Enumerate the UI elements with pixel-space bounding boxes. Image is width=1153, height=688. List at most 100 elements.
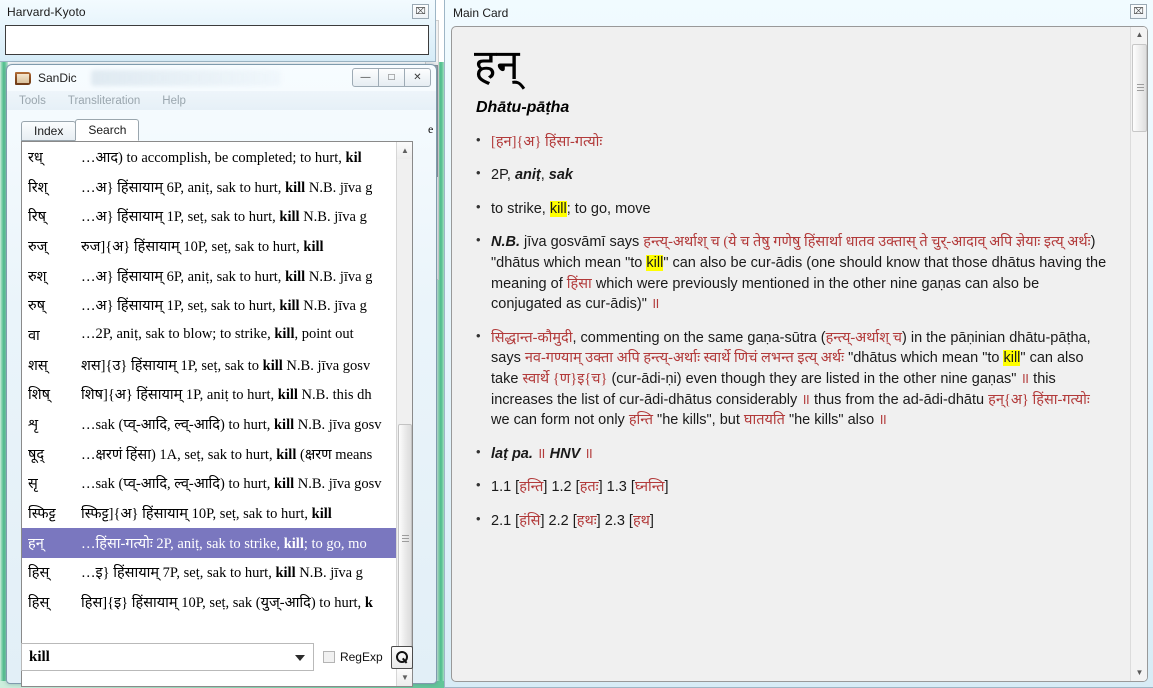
row-gloss: …क्षरणं हिंसा) 1A, seṭ, sak to hurt, kil… <box>81 444 372 464</box>
regexp-label: RegExp <box>339 650 383 664</box>
table-row[interactable]: शिष् शिष]{अ} हिंसायाम् 1P, aniṭ to hurt, … <box>22 380 397 410</box>
row-gloss-match: kill <box>262 357 283 374</box>
bullet-5-text-1: , commenting on the same gaṇa-sūtra ( <box>572 329 826 346</box>
bullet-2-sep: , <box>540 167 549 184</box>
regexp-option[interactable]: RegExp <box>322 650 383 664</box>
menu-item-help[interactable]: Help <box>162 95 186 107</box>
background-window-text-fragment: e <box>428 122 434 136</box>
regexp-checkbox[interactable] <box>322 651 335 663</box>
row-gloss-match: kill <box>274 326 295 343</box>
row-gloss-match: kill <box>285 268 306 285</box>
table-row[interactable]: वा …2P, aniṭ, sak to blow; to strike, kil… <box>22 320 397 350</box>
list-item: 1.1 [हन्ति] 1.2 [हतः] 1.3 [घ्नन्ति] <box>474 476 1112 498</box>
table-row[interactable]: रुज् रुज]{अ} हिंसायाम् 10P, seṭ, sak to h… <box>22 231 397 261</box>
harvard-kyoto-input[interactable] <box>5 25 429 55</box>
search-combobox[interactable]: kill <box>21 643 314 671</box>
bullet-6-danda-1: ॥ <box>532 445 550 462</box>
bullet-3-post: ; to go, move <box>566 200 651 217</box>
sandic-tabbar: Index Search <box>21 119 140 141</box>
row-gloss-pre: …sak (प्व्-आदि, ल्व्-आदि) to hurt, <box>81 417 274 434</box>
bullet-7-num-4: ] <box>664 479 669 496</box>
sandic-title: SanDic <box>38 71 77 85</box>
row-gloss: …इ} हिंसायाम् 7P, seṭ, sak to hurt, kill… <box>81 562 363 582</box>
row-headword: हिस् <box>28 595 50 612</box>
table-row[interactable]: स्फिट्ट स्फिट्ट]{अ} हिंसायाम् 10P, seṭ, s… <box>22 498 397 528</box>
list-item: laṭ pa. ॥ HNV ॥ <box>474 443 1112 465</box>
results-list-scrollbar[interactable]: ▲ ▼ <box>396 142 412 686</box>
main-card-window: Main Card ⌧ हन् Dhātu-pāṭha [हन]{अ} हिंस… <box>444 0 1153 688</box>
bullet-5-text-10: "he kills" also <box>784 412 875 429</box>
row-headword: शिष् <box>28 387 50 404</box>
bullet-7-num-1: 1.1 [ <box>491 479 520 496</box>
bullet-5-devanagari-6: हन्ति <box>628 412 654 429</box>
row-gloss-post: N.B. jīva g <box>299 209 367 226</box>
bullet-5-text-7: thus from the ad-ādi-dhātu <box>814 391 989 408</box>
table-row[interactable]: हिस् हिस]{इ} हिंसायाम् 10P, seṭ, sak (युज… <box>22 587 397 617</box>
row-gloss: शिष]{अ} हिंसायाम् 1P, aniṭ to hurt, kill… <box>81 384 372 404</box>
table-row[interactable]: शृ …sak (प्व्-आदि, ल्व्-आदि) to hurt, kil… <box>22 409 397 439</box>
row-headword: सृ <box>28 476 38 493</box>
row-gloss-match: kill <box>275 565 296 582</box>
bullet-5-devanagari-5: हन्{अ} हिंसा-गत्योः <box>988 391 1090 408</box>
main-card-scrollbar-thumb[interactable] <box>1132 44 1147 132</box>
search-button[interactable] <box>390 645 413 669</box>
row-gloss-match: kill <box>273 417 295 434</box>
row-gloss-pre: …2P, aniṭ, sak to blow; to strike, <box>81 326 275 343</box>
row-gloss-match: k <box>364 595 373 612</box>
close-button[interactable]: ✕ <box>404 68 431 87</box>
menu-item-tools[interactable]: Tools <box>19 95 46 107</box>
main-card-scroll-up-arrow-icon[interactable]: ▲ <box>1131 27 1147 43</box>
row-gloss-pre: …क्षरणं हिंसा) 1A, seṭ, sak to hurt, <box>81 446 277 463</box>
bullet-3-pre: to strike, <box>491 200 550 217</box>
row-gloss: स्फिट्ट]{अ} हिंसायाम् 10P, seṭ, sak to h… <box>81 503 332 523</box>
bullet-4-devanagari-2: हिंसा <box>566 275 592 292</box>
sandic-menubar: Tools Transliteration Help <box>7 91 436 110</box>
harvard-kyoto-close-icon[interactable]: ⌧ <box>412 4 429 19</box>
bullet-5-devanagari-4: स्वार्थे {ण}इ{च} <box>522 370 608 387</box>
table-row[interactable]: सृ …sak (प्व्-आदि, ल्व्-आदि) to hurt, kil… <box>22 469 397 499</box>
bullet-5-text-8: we can form not only <box>491 412 629 429</box>
results-list[interactable]: रध् …आद) to accomplish, be completed; to … <box>21 141 413 687</box>
table-row[interactable]: हिस् …इ} हिंसायाम् 7P, seṭ, sak to hurt, … <box>22 558 397 588</box>
main-card-scrollbar[interactable]: ▲ ▼ <box>1130 27 1147 681</box>
titlebar-glass-reflection <box>91 70 281 86</box>
harvard-kyoto-window: Harvard-Kyoto ⌧ <box>0 0 436 62</box>
main-card-scroll-down-arrow-icon[interactable]: ▼ <box>1131 665 1147 681</box>
menu-item-transliteration[interactable]: Transliteration <box>68 95 140 107</box>
main-card-content: हन् Dhātu-pāṭha [हन]{अ} हिंसा-गत्योः 2P,… <box>452 27 1130 681</box>
row-gloss: रुज]{अ} हिंसायाम् 10P, seṭ, sak to hurt,… <box>81 236 324 256</box>
row-gloss: …अ} हिंसायाम् 1P, seṭ, sak to hurt, kill… <box>81 206 367 226</box>
table-row[interactable]: रुश् …अ} हिंसायाम् 6P, aniṭ, sak to hurt,… <box>22 261 397 291</box>
table-row[interactable]: रिष् …अ} हिंसायाम् 1P, seṭ, sak to hurt, … <box>22 201 397 231</box>
row-gloss-post: ; to go, mo <box>303 535 367 552</box>
row-gloss-pre: रुज]{अ} हिंसायाम् 10P, seṭ, sak to hurt, <box>81 238 304 255</box>
table-row[interactable]: हन् …हिंसा-गत्योः 2P, aniṭ, sak to strike… <box>22 527 397 558</box>
row-headword: रुश् <box>28 268 47 285</box>
bullet-5-devanagari-1: सिद्धान्त-कौमुदी <box>491 329 573 346</box>
main-card-close-icon[interactable]: ⌧ <box>1130 4 1147 19</box>
minimize-button[interactable]: — <box>352 68 379 87</box>
maximize-button[interactable]: □ <box>378 68 405 87</box>
bullet-6-danda-2: ॥ <box>580 445 593 462</box>
table-row[interactable]: षूद् …क्षरणं हिंसा) 1A, seṭ, sak to hurt,… <box>22 439 397 469</box>
row-gloss-match: kil <box>345 149 362 166</box>
row-gloss: …आद) to accomplish, be completed; to hur… <box>81 147 362 167</box>
main-card-titlebar: Main Card ⌧ <box>445 0 1153 25</box>
row-gloss-match: kill <box>311 506 332 523</box>
bullet-7-form-1: हन्ति <box>519 479 544 496</box>
tab-search[interactable]: Search <box>75 119 140 141</box>
tab-index[interactable]: Index <box>21 121 77 141</box>
list-item: to strike, kill; to go, move <box>474 198 1112 220</box>
table-row[interactable]: रिश् …अ} हिंसायाम् 6P, aniṭ, sak to hurt,… <box>22 172 397 202</box>
row-gloss-post: N.B. this dh <box>297 387 372 404</box>
chevron-down-icon[interactable] <box>294 655 305 661</box>
table-row[interactable]: शस् शस]{उ} हिंसायाम् 1P, seṭ, sak to kill… <box>22 350 397 380</box>
table-row[interactable]: रध् …आद) to accomplish, be completed; to … <box>22 142 397 172</box>
table-row[interactable]: रुष् …अ} हिंसायाम् 1P, seṭ, sak to hurt, … <box>22 290 397 320</box>
row-gloss-pre: …sak (प्व्-आदि, ल्व्-आदि) to hurt, <box>81 476 274 493</box>
bullet-5-devanagari-3: नव-गण्याम् उक्ता अपि हन्त्य्-अर्थाः स्वा… <box>524 350 845 367</box>
results-scrollbar-thumb[interactable] <box>398 424 412 654</box>
row-gloss: हिस]{इ} हिंसायाम् 10P, seṭ, sak (युज्-आद… <box>81 592 373 612</box>
scroll-up-arrow-icon[interactable]: ▲ <box>397 142 412 159</box>
row-headword: रुज् <box>28 238 48 255</box>
